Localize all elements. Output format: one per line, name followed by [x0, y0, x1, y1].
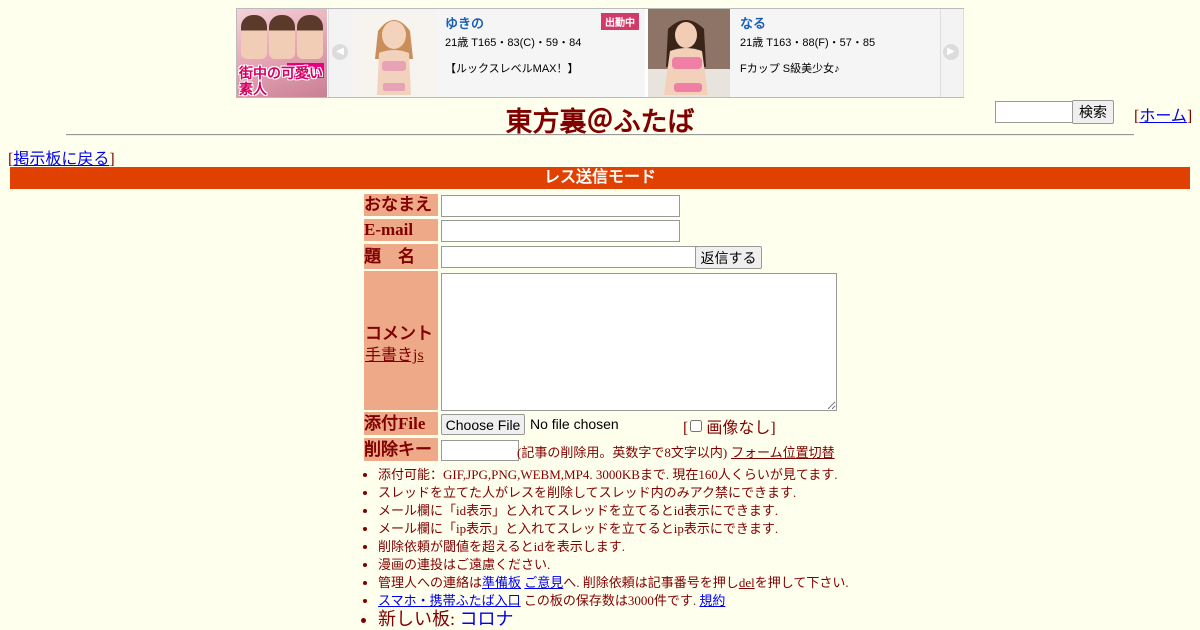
feedback-link[interactable]: ご意見	[524, 575, 563, 590]
search-form: 検索	[995, 100, 1114, 124]
del-link[interactable]: del	[739, 575, 755, 590]
ad-card-name[interactable]: ゆきの	[445, 13, 639, 32]
no-image-option: [画像なし]	[683, 420, 776, 437]
delete-request-text: へ. 削除依頼は記事番号を押し	[563, 575, 739, 590]
delete-key-note: (記事の削除用。英数字で8文字以内)	[517, 445, 728, 460]
rules-link[interactable]: 規約	[699, 593, 725, 608]
delete-key-label: 削除キー	[364, 438, 438, 461]
form-position-toggle-link[interactable]: フォーム位置切替	[731, 442, 835, 461]
mobile-entrance-link[interactable]: スマホ・携帯ふたば入口	[378, 593, 521, 608]
header-divider	[66, 134, 1134, 136]
comment-label-cell: コメント 手書きjs	[364, 271, 438, 410]
ad-card-name[interactable]: なる	[740, 13, 934, 32]
ad-card-text: Fカップ S級美少女♪	[740, 63, 840, 75]
new-board-link[interactable]: コロナ	[460, 609, 514, 629]
email-input[interactable]	[441, 220, 680, 242]
choose-file-button[interactable]: Choose File	[441, 414, 525, 435]
new-board-label: 新しい板:	[378, 609, 456, 629]
list-item: スレッドを立てた人がレスを削除してスレッド内のみアク禁にできます.	[378, 484, 878, 502]
back-to-board-link[interactable]: 掲示板に戻る	[13, 151, 109, 168]
comment-textarea[interactable]	[441, 273, 837, 411]
list-item: 削除依頼が閾値を超えるとidを表示します.	[378, 538, 878, 556]
ad-banner[interactable]: 新宿Lip 街中の可愛い素人 ◀ 出勤中 ゆきの 21歳 T165・83(C)・…	[236, 8, 964, 98]
ad-logo-image[interactable]: 新宿Lip 街中の可愛い素人	[237, 9, 327, 97]
junbi-board-link[interactable]: 準備板	[482, 575, 521, 590]
file-label: 添付File	[364, 412, 438, 435]
email-label: E-mail	[364, 219, 438, 241]
chevron-left-icon: ◀	[332, 44, 348, 60]
ad-card-photo	[648, 9, 730, 97]
list-item: 添付可能：GIF,JPG,PNG,WEBM,MP4. 3000KBまで. 現在1…	[378, 466, 878, 484]
list-item: メール欄に「id表示」と入れてスレッドを立てるとid表示にできます.	[378, 502, 878, 520]
no-image-checkbox[interactable]	[690, 420, 703, 432]
ad-card-naru[interactable]: なる 21歳 T163・88(F)・57・85 Fカップ S級美少女♪	[648, 9, 940, 97]
list-item: メール欄に「ip表示」と入れてスレッドを立てるとip表示にできます.	[378, 520, 878, 538]
name-label: おなまえ	[364, 194, 438, 216]
reply-mode-bar: レス送信モード	[10, 167, 1190, 189]
subject-input[interactable]	[441, 246, 697, 268]
ad-card-stats: 21歳 T163・88(F)・57・85	[740, 37, 876, 49]
ad-card-photo	[353, 9, 435, 97]
back-nav: [掲示板に戻る]	[8, 151, 115, 168]
chevron-right-icon: ▶	[943, 44, 959, 60]
ad-logo-caption: 街中の可愛い素人	[239, 65, 323, 97]
subject-label: 題 名	[364, 244, 438, 269]
ad-card-text: 【ルックスレベルMAX！】	[445, 63, 579, 75]
ad-logo-photos	[241, 15, 323, 63]
ad-next-button[interactable]: ▶	[940, 9, 964, 97]
delete-request-suffix: を押して下さい.	[754, 575, 849, 590]
search-input[interactable]	[995, 101, 1073, 123]
list-item: 漫画の連投はご遠慮ください.	[378, 556, 878, 574]
search-button[interactable]: 検索	[1072, 100, 1114, 124]
submit-reply-button[interactable]: 返信する	[695, 246, 762, 269]
home-nav: [ホーム]	[1134, 108, 1193, 125]
notes-list: 添付可能：GIF,JPG,PNG,WEBM,MP4. 3000KBまで. 現在1…	[362, 466, 878, 628]
retention-text: この板の保存数は3000件です.	[523, 593, 697, 608]
tegaki-link[interactable]: 手書きjs	[365, 341, 424, 365]
list-item: 新しい板: コロナ	[378, 610, 878, 628]
delete-key-input[interactable]	[441, 440, 519, 461]
ad-prev-button[interactable]: ◀	[328, 9, 354, 97]
ad-card-yukino[interactable]: 出勤中 ゆきの 21歳 T165・83(C)・59・84 【ルックスレベルMAX…	[353, 9, 645, 97]
home-link[interactable]: ホーム	[1139, 108, 1187, 125]
no-image-label: 画像なし	[706, 420, 771, 437]
list-item: スマホ・携帯ふたば入口 この板の保存数は3000件です. 規約	[378, 592, 878, 610]
contact-text: 管理人への連絡は	[378, 575, 483, 590]
ad-card-stats: 21歳 T165・83(C)・59・84	[445, 37, 582, 49]
list-item: 管理人への連絡は準備板 ご意見へ. 削除依頼は記事番号を押しdelを押して下さい…	[378, 574, 878, 592]
name-input[interactable]	[441, 195, 680, 217]
file-status-text: No file chosen	[530, 416, 619, 432]
